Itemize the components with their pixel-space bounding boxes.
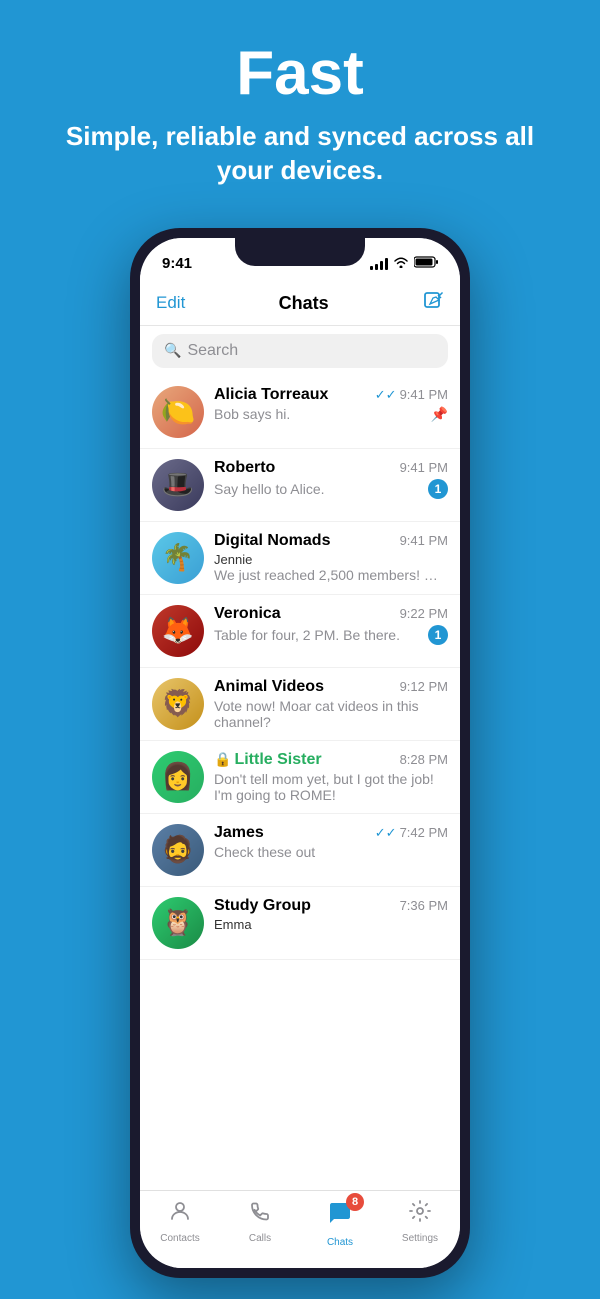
tab-calls[interactable]: Calls (220, 1199, 300, 1248)
chats-tab-label: Chats (327, 1237, 353, 1248)
search-input[interactable]: Search (187, 342, 238, 360)
status-time: 9:41 (162, 255, 192, 272)
chat-item-veronica[interactable]: 🦊 Veronica 9:22 PM Table for four, 2 PM.… (140, 595, 460, 668)
contacts-tab-label: Contacts (160, 1233, 199, 1244)
avatar-james: 🧔 (152, 824, 204, 876)
chat-top-row-nomads: Digital Nomads 9:41 PM (214, 532, 448, 550)
phone-wrapper: 9:41 Edi (0, 228, 600, 1278)
chat-top-row-study: Study Group 7:36 PM (214, 897, 448, 915)
chat-item-james[interactable]: 🧔 James ✓✓ 7:42 PM Check these out (140, 814, 460, 887)
avatar-sister: 👩 (152, 751, 204, 803)
wifi-icon (393, 256, 409, 271)
chat-top-row-sister: 🔒 Little Sister 8:28 PM (214, 751, 448, 769)
chat-item-nomads[interactable]: 🌴 Digital Nomads 9:41 PM Jennie We just … (140, 522, 460, 595)
chat-item-alicia[interactable]: 🍋 Alicia Torreaux ✓✓ 9:41 PM Bob says hi… (140, 376, 460, 449)
contacts-icon (168, 1199, 192, 1230)
chat-content-sister: 🔒 Little Sister 8:28 PM Don't tell mom y… (214, 751, 448, 803)
chat-preview-animals: Vote now! Moar cat videos in this channe… (214, 698, 448, 730)
chat-name-sister: Little Sister (234, 751, 321, 769)
chat-item-study[interactable]: 🦉 Study Group 7:36 PM Emma (140, 887, 460, 960)
chat-time-sister: 8:28 PM (400, 752, 448, 767)
chat-preview-alicia: Bob says hi. (214, 406, 290, 422)
chat-name-study: Study Group (214, 897, 311, 915)
chat-preview-veronica: Table for four, 2 PM. Be there. (214, 627, 400, 643)
chat-content-nomads: Digital Nomads 9:41 PM Jennie We just re… (214, 532, 448, 583)
avatar-veronica: 🦊 (152, 605, 204, 657)
chat-content-study: Study Group 7:36 PM Emma (214, 897, 448, 932)
chat-time-james: ✓✓ 7:42 PM (375, 825, 448, 841)
phone-frame: 9:41 Edi (130, 228, 470, 1278)
chat-name-james: James (214, 824, 264, 842)
chats-title: Chats (279, 293, 329, 314)
nav-header: Edit Chats (140, 282, 460, 326)
settings-tab-label: Settings (402, 1233, 438, 1244)
tab-bar: Contacts Calls 8 (140, 1190, 460, 1268)
chat-name-alicia: Alicia Torreaux (214, 386, 328, 404)
chat-item-roberto[interactable]: 🎩 Roberto 9:41 PM Say hello to Alice. 1 (140, 449, 460, 522)
chat-top-row-veronica: Veronica 9:22 PM (214, 605, 448, 623)
chats-badge: 8 (346, 1193, 364, 1211)
tab-chats[interactable]: 8 Chats (300, 1199, 380, 1248)
chat-content-alicia: Alicia Torreaux ✓✓ 9:41 PM Bob says hi. … (214, 386, 448, 423)
avatar-alicia: 🍋 (152, 386, 204, 438)
avatar-roberto: 🎩 (152, 459, 204, 511)
chat-content-roberto: Roberto 9:41 PM Say hello to Alice. 1 (214, 459, 448, 499)
chat-name-animals: Animal Videos (214, 678, 324, 696)
chat-content-animals: Animal Videos 9:12 PM Vote now! Moar cat… (214, 678, 448, 730)
hero-section: Fast Simple, reliable and synced across … (0, 0, 600, 208)
pin-icon-alicia: 📌 (431, 406, 448, 423)
search-icon: 🔍 (164, 342, 181, 359)
chat-name-nomads: Digital Nomads (214, 532, 330, 550)
hero-title: Fast (40, 40, 560, 108)
settings-icon (408, 1199, 432, 1230)
chat-time-nomads: 9:41 PM (400, 533, 448, 548)
chat-time-study: 7:36 PM (400, 898, 448, 913)
avatar-animals: 🦁 (152, 678, 204, 730)
battery-icon (414, 256, 438, 271)
chats-icon: 8 (326, 1199, 354, 1234)
edit-button[interactable]: Edit (156, 293, 185, 313)
double-check-icon-james: ✓✓ (375, 825, 397, 841)
search-bar[interactable]: 🔍 Search (152, 334, 448, 368)
avatar-nomads: 🌴 (152, 532, 204, 584)
lock-icon-sister: 🔒 (214, 751, 231, 768)
search-container: 🔍 Search (140, 326, 460, 376)
chat-name-roberto: Roberto (214, 459, 275, 477)
chat-top-row-james: James ✓✓ 7:42 PM (214, 824, 448, 842)
chat-list: 🍋 Alicia Torreaux ✓✓ 9:41 PM Bob says hi… (140, 376, 460, 1190)
tab-settings[interactable]: Settings (380, 1199, 460, 1248)
phone-notch (235, 238, 365, 266)
chat-preview-roberto: Say hello to Alice. (214, 481, 325, 497)
chat-content-james: James ✓✓ 7:42 PM Check these out (214, 824, 448, 862)
chat-content-veronica: Veronica 9:22 PM Table for four, 2 PM. B… (214, 605, 448, 645)
avatar-study: 🦉 (152, 897, 204, 949)
signal-bars-icon (370, 258, 388, 270)
tab-contacts[interactable]: Contacts (140, 1199, 220, 1248)
chat-time-animals: 9:12 PM (400, 679, 448, 694)
chat-preview-james: Check these out (214, 844, 315, 860)
chat-top-row-roberto: Roberto 9:41 PM (214, 459, 448, 477)
double-check-icon-alicia: ✓✓ (375, 387, 397, 403)
phone-screen: 9:41 Edi (140, 238, 460, 1268)
chat-time-roberto: 9:41 PM (400, 460, 448, 475)
unread-badge-veronica: 1 (428, 625, 448, 645)
chat-time-alicia: ✓✓ 9:41 PM (375, 387, 448, 403)
chat-name-veronica: Veronica (214, 605, 281, 623)
unread-badge-roberto: 1 (428, 479, 448, 499)
chat-time-veronica: 9:22 PM (400, 606, 448, 621)
hero-subtitle: Simple, reliable and synced across all y… (40, 120, 560, 188)
calls-tab-label: Calls (249, 1233, 271, 1244)
chat-item-animals[interactable]: 🦁 Animal Videos 9:12 PM Vote now! Moar c… (140, 668, 460, 741)
compose-icon[interactable] (422, 290, 444, 317)
chat-preview-nomads-msg: We just reached 2,500 members! WOO! (214, 567, 448, 583)
chat-item-sister[interactable]: 👩 🔒 Little Sister 8:28 PM Don't tell mom… (140, 741, 460, 814)
chat-top-row-animals: Animal Videos 9:12 PM (214, 678, 448, 696)
chat-preview-nomads: Jennie (214, 552, 448, 567)
calls-icon (248, 1199, 272, 1230)
chat-preview-study-sender: Emma (214, 917, 448, 932)
status-icons (370, 256, 438, 271)
chat-preview-sister: Don't tell mom yet, but I got the job! I… (214, 771, 448, 803)
chat-top-row-alicia: Alicia Torreaux ✓✓ 9:41 PM (214, 386, 448, 404)
